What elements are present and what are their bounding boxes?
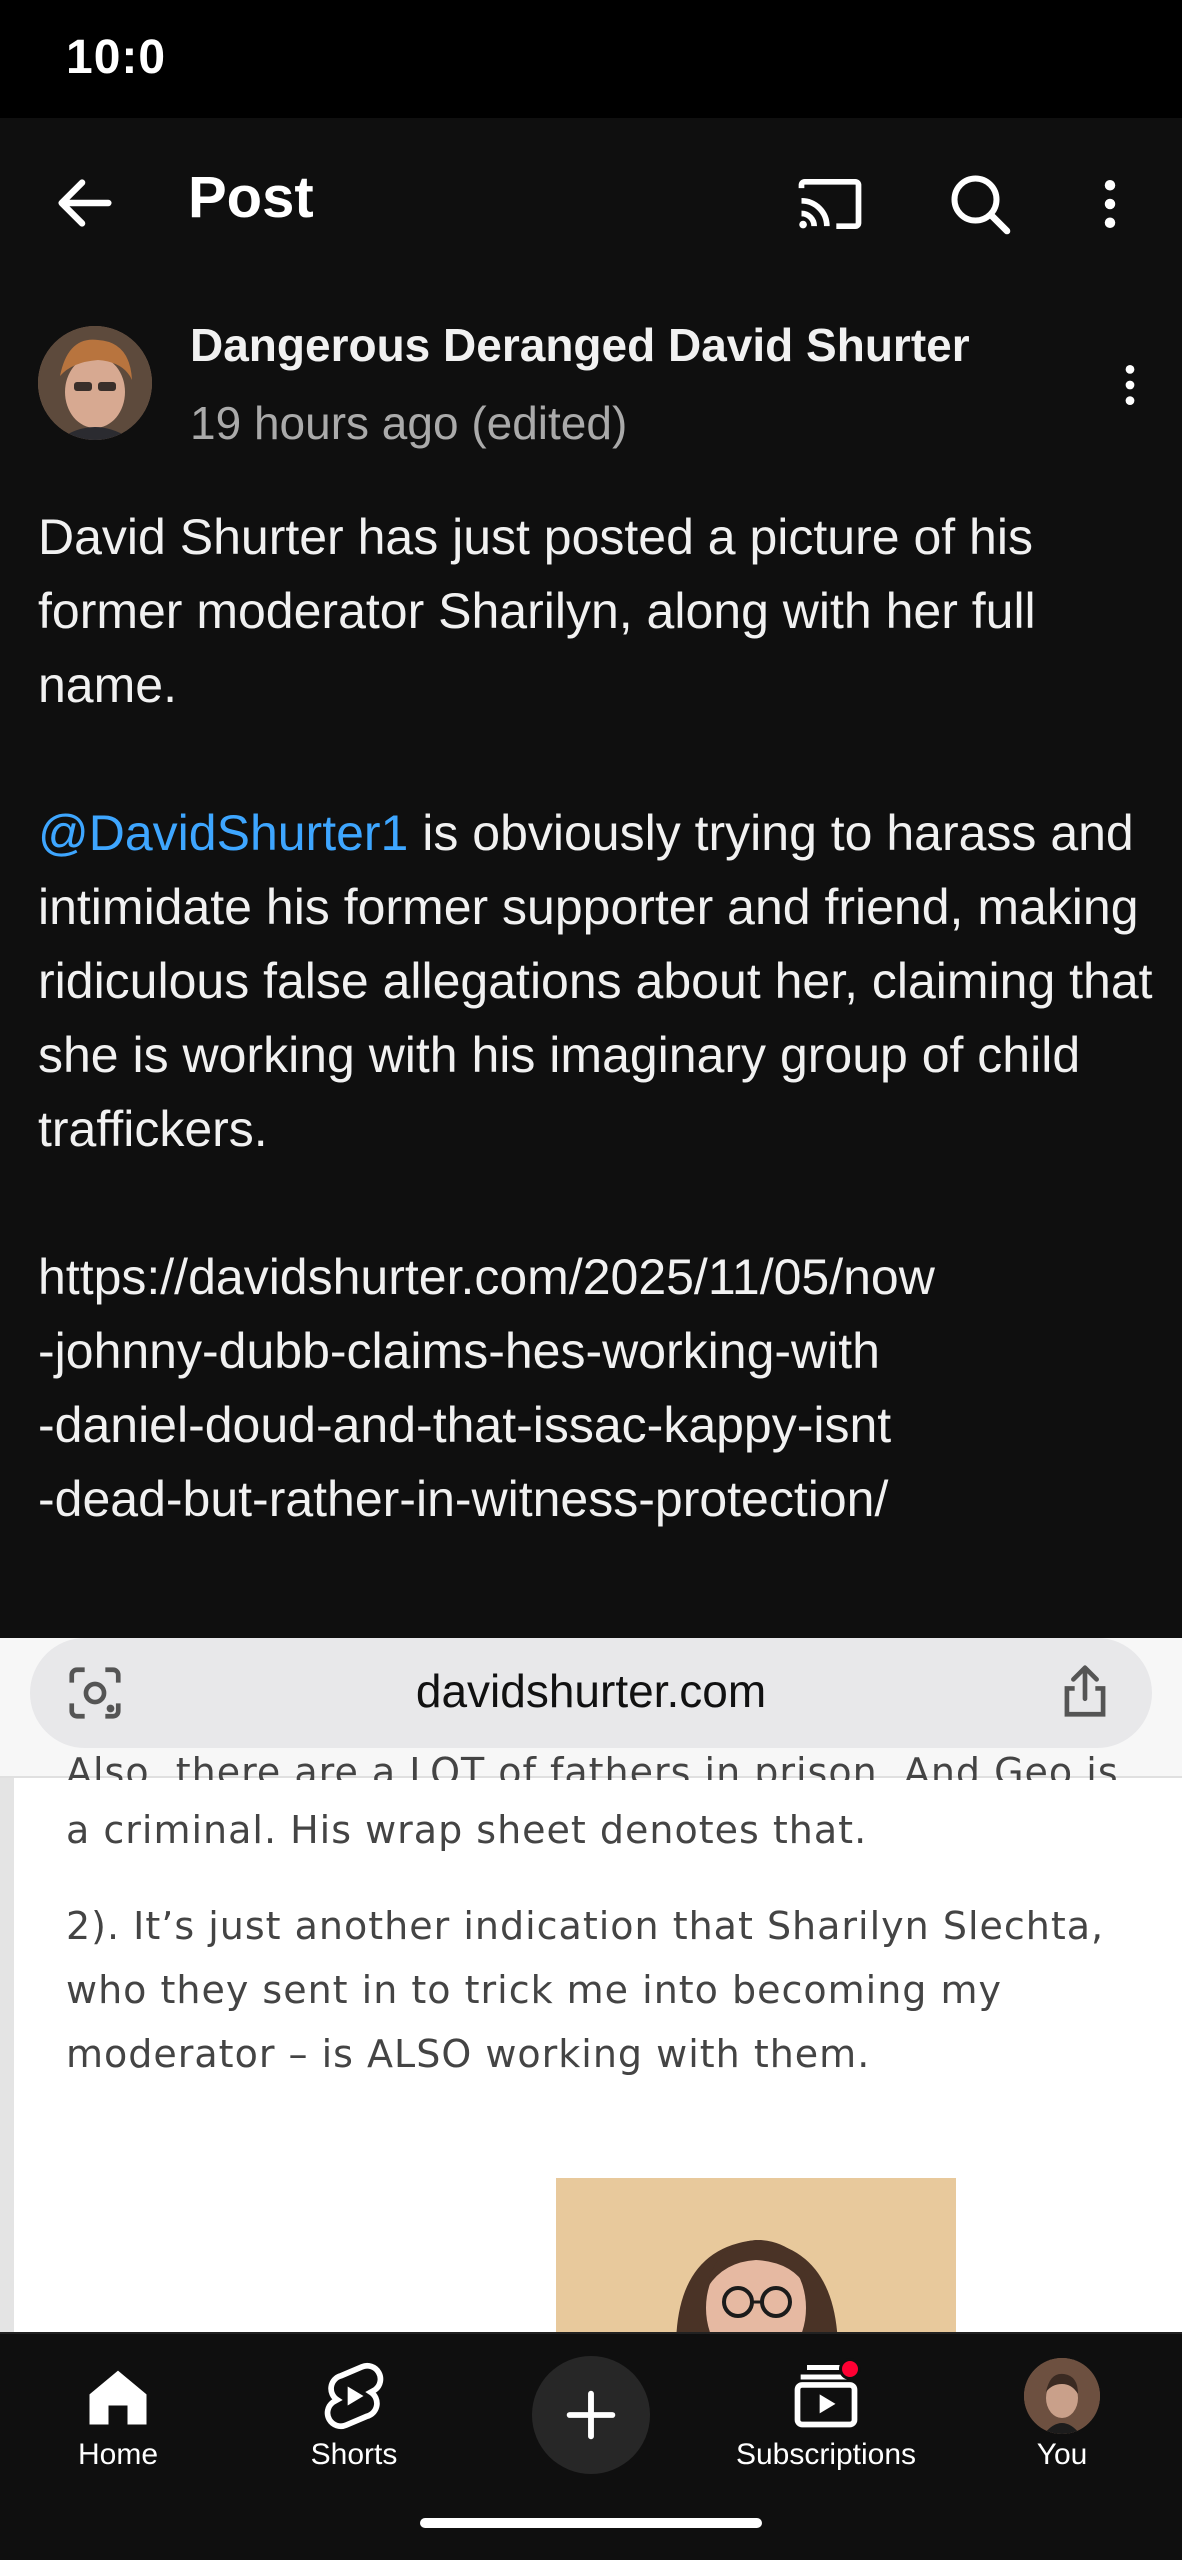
status-redaction [190,30,810,80]
embedded-url-pill: davidshurter.com [30,1638,1152,1748]
channel-name[interactable]: Dangerous Deranged David Shurter [190,318,970,372]
top-app-bar: Post [0,118,1182,278]
url-line: -johnny-dubb-claims-hes-working-with [38,1323,880,1379]
post-more-icon[interactable] [1090,340,1170,430]
url-line: https://davidshurter.com/2025/11/05/now [38,1249,935,1305]
article-line-1: a criminal. His wrap sheet denotes that. [66,1808,868,1852]
nav-subscriptions-label: Subscriptions [735,2438,917,2471]
embedded-article: Also, there are a LOT of fathers in pris… [0,1750,1182,2332]
post-url-link[interactable]: https://davidshurter.com/2025/11/05/now … [38,1240,1158,1536]
nav-home[interactable]: Home [18,2358,218,2488]
post-body: David Shurter has just posted a picture … [38,500,1158,1536]
embedded-url-text: davidshurter.com [415,1665,767,1717]
post-header: Dangerous Deranged David Shurter 19 hour… [0,300,1182,470]
search-icon[interactable] [930,154,1030,254]
share-icon [1054,1658,1116,1724]
create-button[interactable] [532,2356,650,2474]
post-image[interactable]: davidshurter.com Also, there are a LOT o… [0,1638,1182,2332]
url-line: -daniel-doud-and-that-issac-kappy-isnt [38,1397,892,1453]
article-photo [556,2178,956,2332]
post-paragraph-2: @DavidShurter1 is obviously trying to ha… [38,796,1158,1166]
shorts-icon [324,2362,384,2430]
nav-home-label: Home [77,2438,159,2471]
back-arrow-icon[interactable] [40,158,130,248]
more-vert-icon[interactable] [1060,154,1160,254]
article-left-rule [0,1778,14,2332]
status-bar: 10:0 [0,0,1182,118]
nav-subscriptions[interactable]: Subscriptions [726,2358,926,2488]
channel-avatar[interactable] [38,326,152,440]
nav-shorts-label: Shorts [310,2438,398,2471]
post-timestamp: 19 hours ago (edited) [190,397,628,449]
home-icon [89,2370,147,2425]
article-line-2: 2). It’s just another indication that Sh… [66,1904,1105,2076]
cast-icon[interactable] [780,154,880,254]
notification-dot [839,2358,861,2380]
bottom-navigation: Home Shorts Subscriptions You [0,2332,1182,2560]
nav-you-label: You [1036,2438,1088,2471]
mention-link[interactable]: @DavidShurter1 [38,805,408,861]
page-title: Post [188,165,314,230]
post-paragraph-1: David Shurter has just posted a picture … [38,509,1036,713]
you-avatar [1024,2358,1100,2434]
nav-you[interactable]: You [962,2358,1162,2488]
url-line: -dead-but-rather-in-witness-protection/ [38,1471,889,1527]
nav-shorts[interactable]: Shorts [254,2358,454,2488]
home-indicator [420,2518,762,2528]
article-cut-line: Also, there are a LOT of fathers in pris… [66,1750,1119,1780]
status-time: 10:0 [66,31,167,84]
plus-icon [566,2390,616,2440]
